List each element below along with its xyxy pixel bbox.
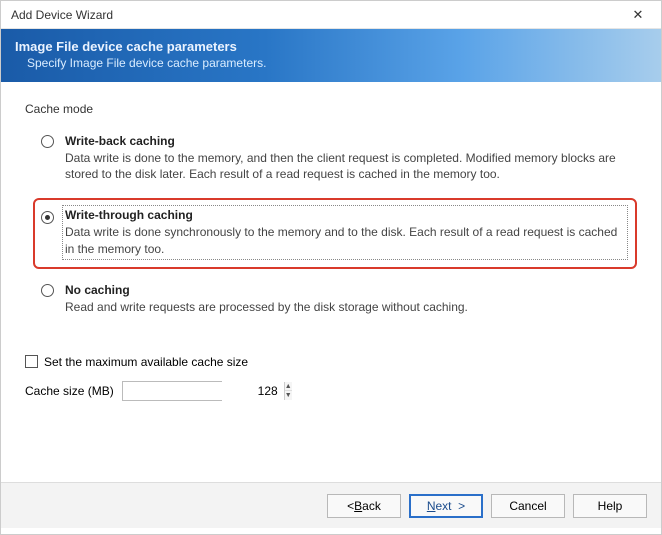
option-write-back[interactable]: Write-back caching Data write is done to… <box>33 124 637 194</box>
back-button[interactable]: < Back <box>327 494 401 518</box>
next-button[interactable]: Next > <box>409 494 483 518</box>
wizard-footer: < Back Next > Cancel Help <box>1 482 661 528</box>
help-button[interactable]: Help <box>573 494 647 518</box>
max-cache-checkbox-row[interactable]: Set the maximum available cache size <box>25 355 637 369</box>
option-no-caching[interactable]: No caching Read and write requests are p… <box>33 273 637 327</box>
option-title: Write-through caching <box>65 208 625 222</box>
cache-size-spinner[interactable]: ▲ ▼ <box>122 381 222 401</box>
cache-size-label: Cache size (MB) <box>25 384 114 398</box>
cancel-button[interactable]: Cancel <box>491 494 565 518</box>
option-title: No caching <box>65 283 625 297</box>
option-write-through[interactable]: Write-through caching Data write is done… <box>33 198 637 268</box>
group-label: Cache mode <box>25 102 637 116</box>
cache-mode-options: Write-back caching Data write is done to… <box>33 124 637 327</box>
title-bar: Add Device Wizard ✕ <box>1 1 661 29</box>
window-title: Add Device Wizard <box>11 8 113 22</box>
cache-size-input[interactable] <box>123 382 284 400</box>
option-title: Write-back caching <box>65 134 625 148</box>
spinner-up-icon[interactable]: ▲ <box>285 382 292 392</box>
content-area: Cache mode Write-back caching Data write… <box>1 82 661 482</box>
header-title: Image File device cache parameters <box>15 39 647 54</box>
wizard-header: Image File device cache parameters Speci… <box>1 29 661 82</box>
radio-icon[interactable] <box>41 211 54 224</box>
radio-icon[interactable] <box>41 284 54 297</box>
close-icon[interactable]: ✕ <box>623 4 653 26</box>
checkbox-icon[interactable] <box>25 355 38 368</box>
checkbox-label: Set the maximum available cache size <box>44 355 248 369</box>
cache-size-row: Cache size (MB) ▲ ▼ <box>25 381 637 401</box>
spinner-down-icon[interactable]: ▼ <box>285 391 292 400</box>
radio-icon[interactable] <box>41 135 54 148</box>
option-desc: Read and write requests are processed by… <box>65 299 625 315</box>
option-desc: Data write is done synchronously to the … <box>65 224 625 256</box>
header-subtitle: Specify Image File device cache paramete… <box>15 56 647 70</box>
option-desc: Data write is done to the memory, and th… <box>65 150 625 182</box>
